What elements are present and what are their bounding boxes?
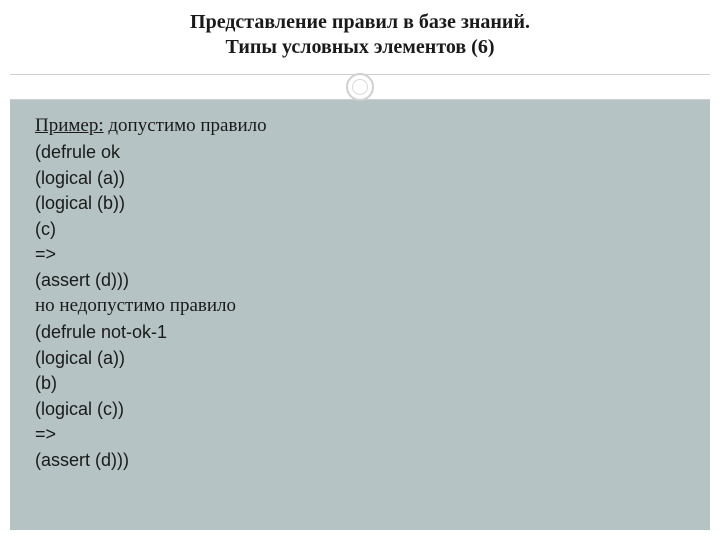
code-line: (logical (c)) xyxy=(35,397,710,423)
code-line: (logical (b)) xyxy=(35,191,710,217)
code-line: => xyxy=(35,422,710,448)
slide: Представление правил в базе знаний. Типы… xyxy=(0,0,720,540)
code-line: (logical (a)) xyxy=(35,346,710,372)
example-rest: допустимо правило xyxy=(104,115,267,136)
code-line: (assert (d))) xyxy=(35,268,710,294)
code-line: (b) xyxy=(35,371,710,397)
code-line: (logical (a)) xyxy=(35,166,710,192)
but-line: но недопустимо правило xyxy=(35,293,710,320)
slide-title: Представление правил в базе знаний. Типы… xyxy=(0,10,720,60)
code-line: => xyxy=(35,242,710,268)
content-panel: Пример: допустимо правило (defrule ok (l… xyxy=(10,99,710,530)
code-line: (assert (d))) xyxy=(35,448,710,474)
title-line-1: Представление правил в базе знаний. xyxy=(0,10,720,35)
code-line: (c) xyxy=(35,217,710,243)
example-line: Пример: допустимо правило xyxy=(35,113,710,140)
example-label: Пример: xyxy=(35,115,104,136)
title-line-2: Типы условных элементов (6) xyxy=(0,35,720,60)
code-line: (defrule not-ok-1 xyxy=(35,320,710,346)
code-line: (defrule ok xyxy=(35,140,710,166)
ring-ornament-icon xyxy=(346,73,374,101)
